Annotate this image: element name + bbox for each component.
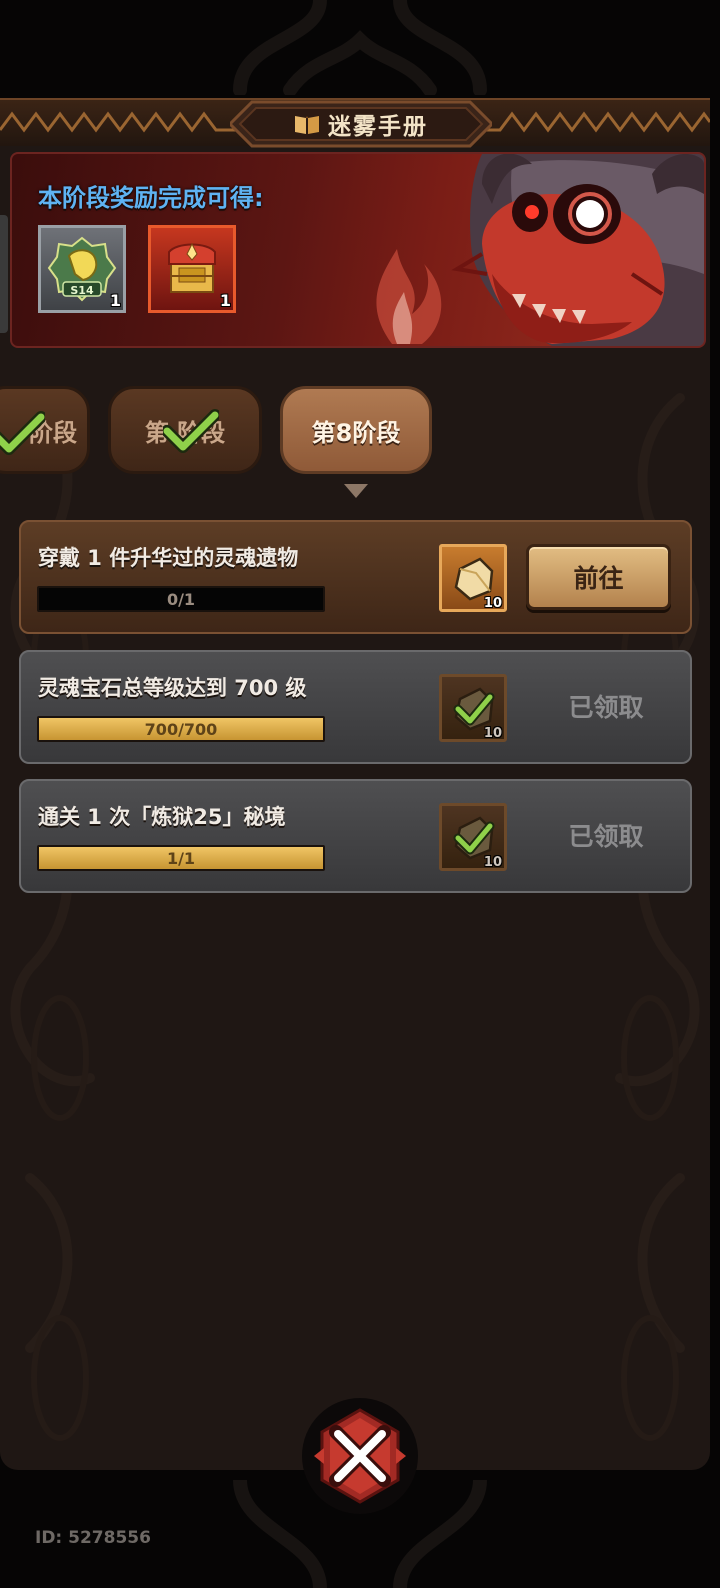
user-id-label: ID: 5278556 [35, 1528, 151, 1548]
stage-reward-item[interactable]: 1 [148, 225, 236, 313]
claimed-status-label: 已领取 [568, 822, 644, 851]
game-screen: 迷雾手册 本阶段奖励完成可得: S14 1 1 阶段 第 阶段 第8阶段 穿戴 … [0, 0, 720, 1588]
title: 迷雾手册 [230, 100, 492, 148]
progress-text: 0/1 [166, 589, 196, 609]
reward-quantity: 10 [483, 855, 502, 870]
task-row: 穿戴 1 件升华过的灵魂遗物 0/1 10 前往 [19, 520, 692, 634]
reward-quantity: 10 [483, 726, 502, 741]
top-ornament [233, 0, 487, 95]
task-progress-bar: 1/1 [37, 845, 325, 871]
progress-text: 1/1 [166, 848, 196, 868]
task-reward-item[interactable]: 10 [439, 803, 507, 871]
stage-reward-item[interactable]: S14 1 [38, 225, 126, 313]
banner-caption: 本阶段奖励完成可得: [38, 184, 264, 212]
side-handle[interactable] [0, 215, 8, 333]
task-description: 通关 1 次「炼狱25」秘境 [38, 805, 286, 829]
task-row: 通关 1 次「炼狱25」秘境 1/1 10 已领取 [19, 779, 692, 893]
reward-quantity: 1 [219, 291, 231, 310]
check-icon [163, 409, 219, 453]
stage-tab-label: 第8阶段 [311, 418, 401, 447]
task-progress-bar: 0/1 [37, 586, 325, 612]
close-button[interactable] [300, 1396, 420, 1516]
title-text: 迷雾手册 [328, 114, 428, 140]
tab-stage-8[interactable]: 第8阶段 [280, 386, 432, 474]
tab-stage-7[interactable]: 第 阶段 [108, 386, 262, 474]
task-reward-item[interactable]: 10 [439, 544, 507, 612]
claimed-status-label: 已领取 [568, 693, 644, 722]
tab-stage-6[interactable]: 阶段 [0, 386, 90, 474]
book-icon [295, 116, 319, 134]
check-icon [0, 411, 45, 455]
task-reward-item[interactable]: 10 [439, 674, 507, 742]
task-description: 穿戴 1 件升华过的灵魂遗物 [38, 546, 299, 570]
selected-tab-pointer [344, 484, 368, 498]
golden-chest-icon [168, 242, 216, 293]
task-row: 灵魂宝石总等级达到 700 级 700/700 10 已领取 [19, 650, 692, 764]
go-button[interactable]: 前往 [526, 544, 671, 610]
reward-quantity: 1 [109, 291, 121, 310]
season-badge-label: S14 [70, 284, 94, 297]
task-description: 灵魂宝石总等级达到 700 级 [38, 676, 307, 700]
reward-quantity: 10 [483, 596, 502, 611]
progress-text: 700/700 [144, 719, 218, 739]
task-progress-bar: 700/700 [37, 716, 325, 742]
